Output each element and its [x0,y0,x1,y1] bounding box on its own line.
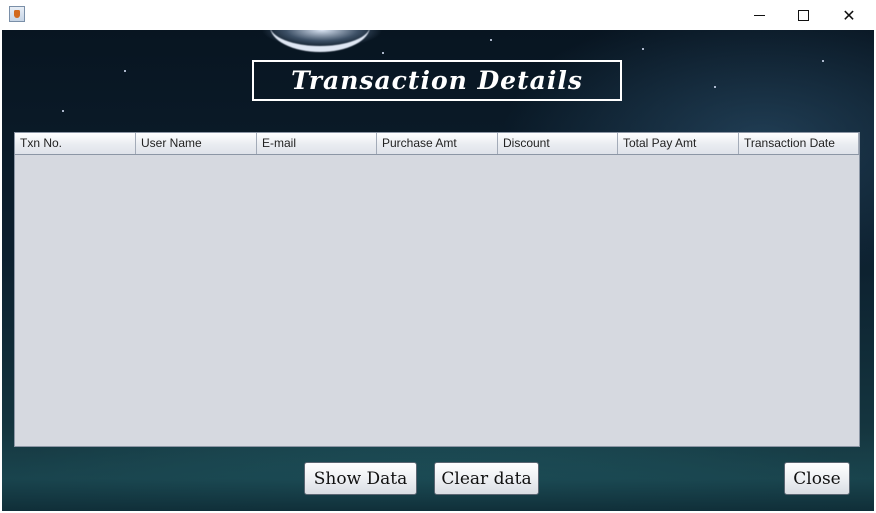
minimize-button[interactable] [736,0,782,30]
column-header-txn-no[interactable]: Txn No. [15,133,136,154]
close-icon: ✕ [842,5,856,25]
star-decoration [714,86,716,88]
column-header-transaction-date[interactable]: Transaction Date [739,133,859,154]
app-window: ✕ Transaction Details Txn No. User Name … [0,0,876,513]
column-header-total-pay-amt[interactable]: Total Pay Amt [618,133,739,154]
title-bar[interactable]: ✕ [0,0,876,30]
column-header-purchase-amt[interactable]: Purchase Amt [377,133,498,154]
clear-data-button[interactable]: Clear data [434,462,539,495]
content-panel: Transaction Details Txn No. User Name E-… [2,30,874,511]
page-title: Transaction Details [252,60,622,101]
star-decoration [490,39,492,41]
column-header-discount[interactable]: Discount [498,133,618,154]
column-header-user-name[interactable]: User Name [136,133,257,154]
close-button[interactable]: Close [784,462,850,495]
star-decoration [382,52,384,54]
maximize-icon [797,9,809,21]
maximize-button[interactable] [780,0,826,30]
table-header: Txn No. User Name E-mail Purchase Amt Di… [15,133,859,155]
java-cup-icon [9,6,25,22]
star-decoration [124,70,126,72]
close-window-button[interactable]: ✕ [826,0,872,30]
transactions-table[interactable]: Txn No. User Name E-mail Purchase Amt Di… [14,132,860,447]
star-decoration [62,110,64,112]
star-decoration [642,48,644,50]
minimize-icon [753,14,765,16]
show-data-button[interactable]: Show Data [304,462,417,495]
moon-decoration [270,30,370,52]
column-header-email[interactable]: E-mail [257,133,377,154]
star-decoration [822,60,824,62]
table-body[interactable] [15,155,859,446]
